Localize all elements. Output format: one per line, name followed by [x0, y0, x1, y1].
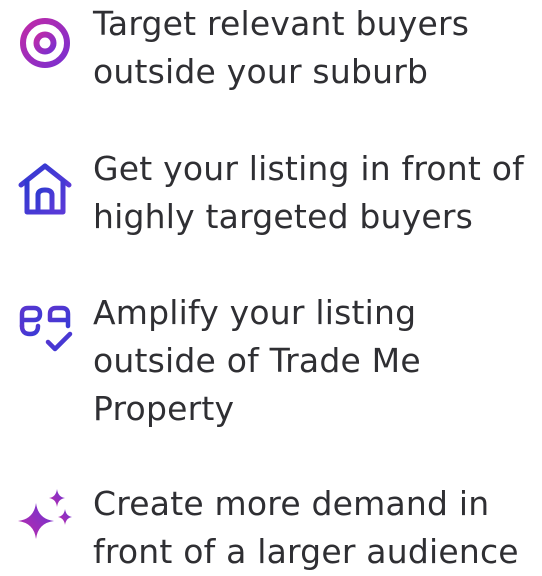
- feature-line: outside your suburb: [93, 52, 429, 91]
- target-icon: [14, 12, 76, 74]
- feature-text: Get your listing in front of highly targ…: [93, 145, 538, 241]
- feature-line: Target relevant buyers: [93, 4, 470, 43]
- feature-list: Target relevant buyers outside your subu…: [0, 0, 542, 571]
- feature-line: outside of Trade Me: [93, 341, 421, 380]
- feature-line: front of a larger audience: [93, 532, 519, 571]
- feature-line: Amplify your listing: [93, 293, 417, 332]
- feature-text: Amplify your listing outside of Trade Me…: [93, 289, 538, 433]
- house-icon: [14, 157, 76, 219]
- feature-line: Property: [93, 389, 235, 428]
- amplify-check-icon: [14, 298, 76, 360]
- feature-line: Get your listing in front of: [93, 149, 524, 188]
- sparkle-icon: [14, 485, 76, 547]
- feature-line: highly targeted buyers: [93, 197, 474, 236]
- feature-text: Target relevant buyers outside your subu…: [93, 0, 538, 96]
- feature-text: Create more demand in front of a larger …: [93, 480, 538, 576]
- feature-line: Create more demand in: [93, 484, 490, 523]
